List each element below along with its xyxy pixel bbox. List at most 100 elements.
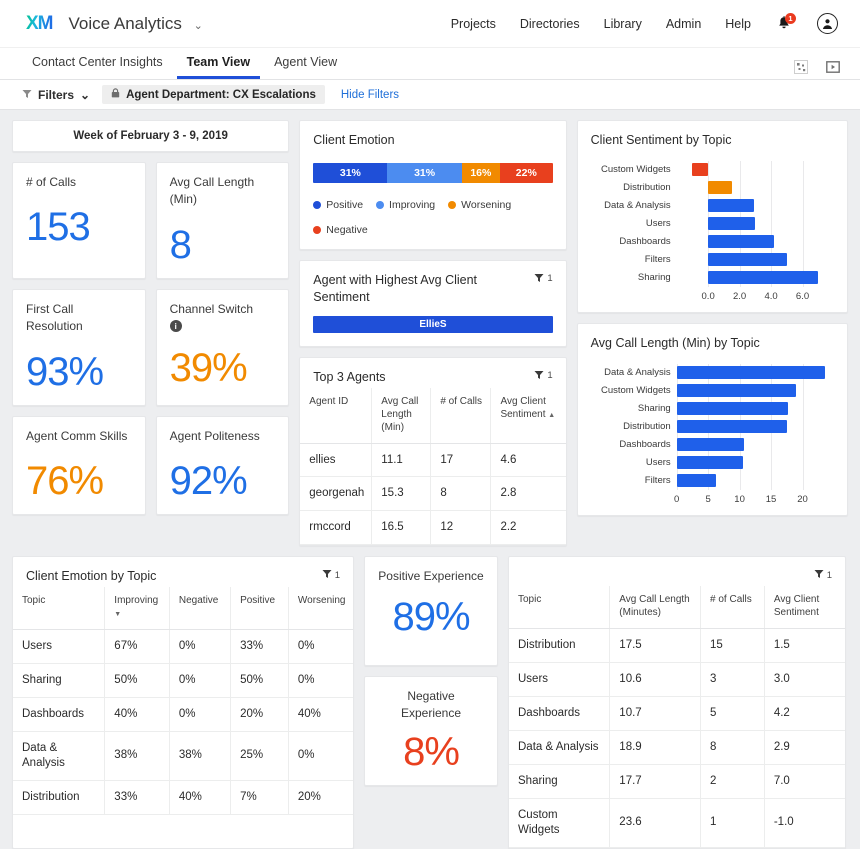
client-sentiment-by-topic-card[interactable]: Client Sentiment by Topic Custom Widgets…	[577, 120, 848, 313]
cell-topic: Data & Analysis	[509, 731, 610, 765]
chart-bar-row[interactable]: Custom Widgets	[591, 161, 834, 179]
chart-bar[interactable]	[708, 235, 774, 248]
filter-chip-agent-department[interactable]: Agent Department: CX Escalations	[102, 85, 325, 104]
chart-bar-row[interactable]: Data & Analysis	[591, 364, 834, 382]
page-title[interactable]: Voice Analytics ⌄	[69, 14, 203, 34]
cell-improving: 38%	[105, 732, 170, 781]
chart-bar[interactable]	[677, 438, 744, 451]
client-sentiment-by-topic-chart[interactable]: Custom WidgetsDistributionData & Analysi…	[591, 161, 834, 304]
info-icon[interactable]: i	[170, 320, 182, 332]
filter-indicator[interactable]: 1	[534, 272, 552, 286]
legend-item-worsening[interactable]: Worsening	[448, 199, 511, 211]
filters-button[interactable]: Filters ⌄	[22, 88, 90, 102]
scatter-plot-icon[interactable]	[794, 60, 808, 74]
column-header-avg-client-sentiment[interactable]: Avg Client Sentiment ▲	[491, 388, 566, 444]
nav-item-admin[interactable]: Admin	[666, 17, 701, 31]
chart-bar-row[interactable]: Sharing	[591, 269, 834, 287]
filter-indicator[interactable]: 1	[534, 369, 552, 383]
column-header-avg-call-length[interactable]: Avg Call Length (Minutes)	[610, 586, 701, 629]
column-header-agent-id[interactable]: Agent ID	[300, 388, 372, 444]
chart-bar-row[interactable]: Filters	[591, 472, 834, 490]
chevron-down-icon[interactable]: ⌄	[194, 20, 203, 32]
chart-bar[interactable]	[677, 384, 796, 397]
table-row: Users 67% 0% 33% 0%	[13, 630, 353, 664]
chart-bar[interactable]	[677, 456, 744, 469]
column-header-topic[interactable]: Topic	[509, 586, 610, 629]
chart-bar[interactable]	[677, 402, 788, 415]
chart-bar-row[interactable]: Data & Analysis	[591, 197, 834, 215]
cell-agent-id: rmccord	[300, 511, 372, 545]
metric-card-agent-comm-skills[interactable]: Agent Comm Skills 76%	[12, 416, 146, 515]
hide-filters-link[interactable]: Hide Filters	[341, 89, 399, 101]
nav-item-directories[interactable]: Directories	[520, 17, 580, 31]
chart-bar[interactable]	[708, 271, 818, 284]
nav-item-help[interactable]: Help	[725, 17, 751, 31]
column-header-positive[interactable]: Positive	[231, 587, 289, 630]
chart-bar[interactable]	[708, 253, 787, 266]
column-header-worsening[interactable]: Worsening	[288, 587, 353, 630]
filter-indicator[interactable]: 1	[814, 568, 832, 582]
client-emotion-card[interactable]: Client Emotion 31% 31% 16% 22% Positive …	[299, 120, 566, 250]
notifications-bell-icon[interactable]: 1	[775, 15, 793, 33]
client-emotion-stacked-bar[interactable]: 31% 31% 16% 22%	[313, 163, 552, 183]
chart-bar-row[interactable]: Users	[591, 454, 834, 472]
highest-agent-card[interactable]: Agent with Highest Avg Client Sentiment …	[299, 260, 566, 347]
present-mode-icon[interactable]	[826, 60, 840, 74]
chart-bar-row[interactable]: Users	[591, 215, 834, 233]
chart-bar-row[interactable]: Distribution	[591, 418, 834, 436]
segment-worsening[interactable]: 16%	[462, 163, 500, 183]
segment-positive[interactable]: 31%	[313, 163, 387, 183]
column-header-topic[interactable]: Topic	[13, 587, 105, 630]
chart-bar-row[interactable]: Dashboards	[591, 233, 834, 251]
top-agents-card[interactable]: Top 3 Agents 1	[299, 357, 566, 547]
chart-bar-row[interactable]: Sharing	[591, 400, 834, 418]
tab-agent-view[interactable]: Agent View	[264, 55, 347, 79]
segment-improving[interactable]: 31%	[387, 163, 461, 183]
chart-bar-row[interactable]: Distribution	[591, 179, 834, 197]
column-header-negative[interactable]: Negative	[169, 587, 230, 630]
metric-value: 8%	[378, 732, 484, 772]
chart-bar-row[interactable]: Dashboards	[591, 436, 834, 454]
nav-item-projects[interactable]: Projects	[451, 17, 496, 31]
negative-experience-card[interactable]: Negative Experience 8%	[364, 676, 498, 786]
avatar[interactable]	[817, 13, 838, 34]
legend-item-negative[interactable]: Negative	[313, 224, 367, 236]
metric-card-avg-call-length[interactable]: Avg Call Length (Min) 8	[156, 162, 290, 279]
metric-card-number-of-calls[interactable]: # of Calls 153	[12, 162, 146, 279]
lock-icon	[111, 88, 120, 101]
metric-card-agent-politeness[interactable]: Agent Politeness 92%	[156, 416, 290, 515]
column-header-number-of-calls[interactable]: # of Calls	[431, 388, 491, 444]
filter-indicator[interactable]: 1	[322, 568, 340, 582]
legend-item-improving[interactable]: Improving	[376, 199, 435, 211]
column-header-improving[interactable]: Improving ▼	[105, 587, 170, 630]
xm-logo[interactable]: XM	[26, 13, 53, 35]
chart-bar-track	[677, 215, 834, 233]
chart-bar-row[interactable]: Filters	[591, 251, 834, 269]
chart-bar[interactable]	[677, 474, 716, 487]
nav-item-library[interactable]: Library	[604, 17, 642, 31]
chart-bar[interactable]	[708, 199, 754, 212]
metric-card-first-call-resolution[interactable]: First Call Resolution 93%	[12, 289, 146, 406]
column-header-number-of-calls[interactable]: # of Calls	[701, 586, 765, 629]
legend-item-positive[interactable]: Positive	[313, 199, 363, 211]
highest-agent-bar[interactable]: EllieS	[313, 316, 552, 333]
metric-card-channel-switch[interactable]: Channel Switch i 39%	[156, 289, 290, 406]
chart-bar[interactable]	[677, 366, 826, 379]
avg-call-length-by-topic-card[interactable]: Avg Call Length (Min) by Topic Data & An…	[577, 323, 848, 516]
chart-bar[interactable]	[708, 217, 755, 230]
topic-summary-card[interactable]: 1 Topic Avg Call Length (Minutes) # of C…	[508, 556, 846, 849]
avg-call-length-by-topic-chart[interactable]: Data & AnalysisCustom WidgetsSharingDist…	[591, 364, 834, 507]
client-emotion-by-topic-card[interactable]: Client Emotion by Topic 1 Topic	[12, 556, 354, 849]
funnel-icon	[534, 369, 544, 383]
positive-experience-card[interactable]: Positive Experience 89%	[364, 556, 498, 666]
chart-bar[interactable]	[677, 420, 787, 433]
chart-bar[interactable]	[692, 163, 708, 176]
column-header-avg-client-sentiment[interactable]: Avg Client Sentiment	[764, 586, 845, 629]
segment-negative[interactable]: 22%	[500, 163, 553, 183]
column-header-avg-call-length[interactable]: Avg Call Length (Min)	[372, 388, 431, 444]
chart-bar-row[interactable]: Custom Widgets	[591, 382, 834, 400]
legend-label: Positive	[326, 199, 363, 211]
chart-bar[interactable]	[708, 181, 732, 194]
tab-team-view[interactable]: Team View	[177, 55, 260, 79]
tab-contact-center-insights[interactable]: Contact Center Insights	[22, 55, 173, 79]
